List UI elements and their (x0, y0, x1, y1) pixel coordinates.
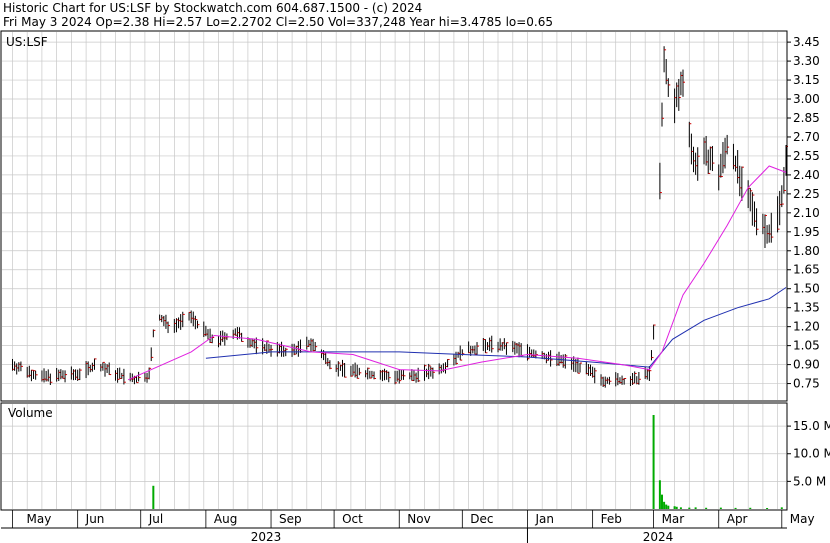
month-label: Aug (214, 512, 237, 526)
month-label: Dec (470, 512, 493, 526)
year-label: 2024 (643, 530, 674, 543)
price-axis-label: 3.45 (793, 35, 820, 49)
chart-header-line1: Historic Chart for US:LSF by Stockwatch.… (3, 1, 422, 15)
price-axis-label: 0.75 (793, 377, 820, 391)
month-label: Jul (148, 512, 163, 526)
price-axis-label: 1.20 (793, 320, 820, 334)
price-axis-label: 1.35 (793, 301, 820, 315)
price-axis-label: 1.80 (793, 244, 820, 258)
month-label: Sep (279, 512, 302, 526)
volume-axis-label: 15.0 M (793, 419, 830, 433)
month-label: Feb (601, 512, 622, 526)
price-axis-label: 1.05 (793, 339, 820, 353)
volume-axis-label: 10.0 M (793, 447, 830, 461)
month-label: May (27, 512, 52, 526)
price-axis-label: 2.55 (793, 149, 820, 163)
volume-panel-title: Volume (8, 406, 53, 420)
stock-chart: Historic Chart for US:LSF by Stockwatch.… (0, 0, 830, 543)
month-label: May (790, 512, 815, 526)
price-axis-label: 1.50 (793, 282, 820, 296)
price-axis-label: 3.30 (793, 54, 820, 68)
price-axis-label: 3.15 (793, 73, 820, 87)
price-axis-label: 0.90 (793, 358, 820, 372)
price-axis-label: 2.25 (793, 187, 820, 201)
price-axis-label: 2.85 (793, 111, 820, 125)
month-label: Nov (407, 512, 430, 526)
price-panel-title: US:LSF (6, 35, 48, 49)
price-axis-label: 2.10 (793, 206, 820, 220)
price-axis-label: 3.00 (793, 92, 820, 106)
year-label: 2023 (251, 530, 282, 543)
month-label: Jun (85, 512, 105, 526)
price-axis-label: 2.70 (793, 130, 820, 144)
price-axis-label: 1.65 (793, 263, 820, 277)
month-label: Oct (342, 512, 363, 526)
month-label: Apr (727, 512, 748, 526)
chart-header-line2: Fri May 3 2024 Op=2.38 Hi=2.57 Lo=2.2702… (3, 15, 553, 29)
volume-axis-label: 5.0 M (793, 474, 826, 488)
month-label: Jan (534, 512, 554, 526)
price-axis-label: 2.40 (793, 168, 820, 182)
month-label: Mar (662, 512, 685, 526)
price-axis-label: 1.95 (793, 225, 820, 239)
